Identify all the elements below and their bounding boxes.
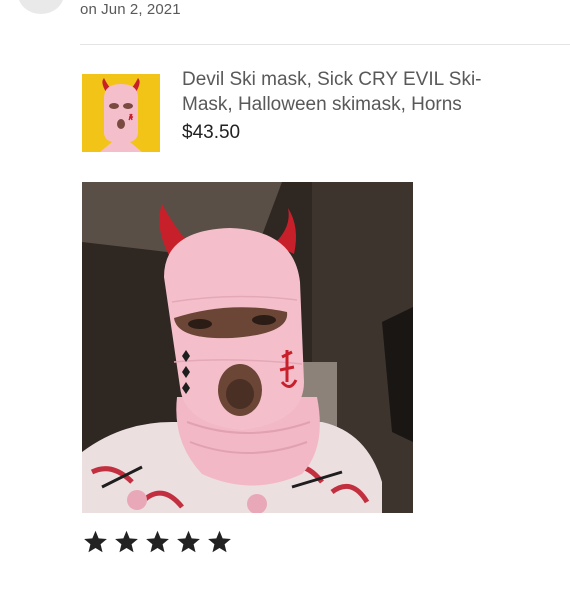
listing-price: $43.50 [182,122,241,143]
listing-link[interactable]: Devil Ski mask, Sick CRY EVIL Ski-Mask, … [82,67,562,157]
star-filled-icon [84,530,107,553]
reviewer-avatar[interactable] [18,0,64,14]
review-date: on Jun 2, 2021 [80,1,181,18]
listing-thumbnail[interactable] [82,74,160,152]
star-rating [82,529,233,555]
star-filled-icon [208,530,231,553]
review-photo[interactable] [82,182,413,513]
star-filled-icon [115,530,138,553]
star-filled-icon [146,530,169,553]
listing-title[interactable]: Devil Ski mask, Sick CRY EVIL Ski-Mask, … [182,67,522,117]
star-filled-icon [177,530,200,553]
divider [80,44,570,45]
